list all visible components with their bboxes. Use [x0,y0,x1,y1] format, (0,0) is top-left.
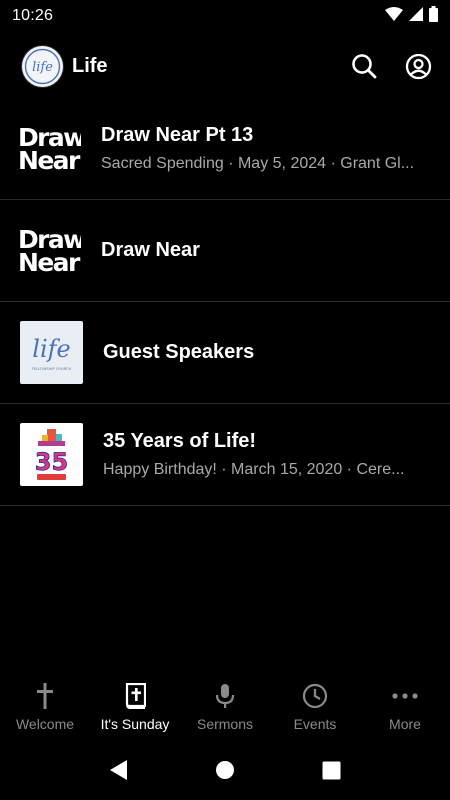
search-icon [352,54,377,79]
list-item-title: 35 Years of Life! [103,430,257,452]
list-item[interactable]: life FELLOWSHIP CHURCH Guest Speakers [0,302,450,404]
svg-text:life: life [32,335,70,363]
home-button[interactable] [212,757,238,783]
recents-button[interactable] [318,757,344,783]
nav-item-sermons[interactable]: Sermons [180,676,270,740]
clock-icon [302,683,328,709]
svg-text:FELLOWSHIP CHURCH: FELLOWSHIP CHURCH [32,367,72,371]
app-bar: life Life [0,40,450,92]
app-logo: life [22,45,63,87]
list-item-thumbnail: Draw Near [18,224,81,277]
microphone-icon [215,684,235,708]
list-item[interactable]: Draw Near Draw Near Pt 13 Sacred Spendin… [0,98,450,200]
home-icon [216,761,234,779]
status-bar: 10:26 [0,0,450,32]
battery-icon [429,5,438,27]
svg-text:life: life [32,60,53,75]
wifi-icon [385,6,403,26]
back-icon [110,760,127,780]
cross-icon [37,683,53,709]
nav-item-welcome[interactable]: Welcome [0,676,90,740]
status-time: 10:26 [12,7,54,24]
svg-text:35: 35 [35,448,68,476]
system-nav-bar [0,740,450,800]
list-item[interactable]: Draw Near Draw Near [0,200,450,302]
content-list: Draw Near Draw Near Pt 13 Sacred Spendin… [0,98,450,506]
bottom-nav: Welcome It's Sunday Sermons Events More [0,676,450,740]
list-item-title: Draw Near [101,239,200,261]
list-item-subtitle: Happy Birthday! · March 15, 2020 · Cere.… [103,461,405,478]
search-button[interactable] [350,52,378,80]
back-button[interactable] [106,757,132,783]
account-button[interactable] [404,52,432,80]
nav-item-its-sunday[interactable]: It's Sunday [90,676,180,740]
signal-icon [409,6,423,26]
app-title: Life [72,54,108,77]
status-icons [385,5,438,27]
nav-item-more[interactable]: More [360,676,450,740]
nav-item-events[interactable]: Events [270,676,360,740]
list-item-title: Guest Speakers [103,341,255,363]
list-item-thumbnail: 35 [20,423,83,486]
recents-icon [322,761,340,779]
list-item-thumbnail: Draw Near [18,122,81,175]
list-item[interactable]: 35 35 Years of Life! Happy Birthday! · M… [0,404,450,506]
bible-icon [125,683,146,709]
account-icon [405,53,431,79]
more-icon [392,693,418,699]
list-item-thumbnail: life FELLOWSHIP CHURCH [20,321,83,384]
list-item-subtitle: Sacred Spending · May 5, 2024 · Grant Gl… [101,155,415,172]
list-item-title: Draw Near Pt 13 [101,124,254,146]
